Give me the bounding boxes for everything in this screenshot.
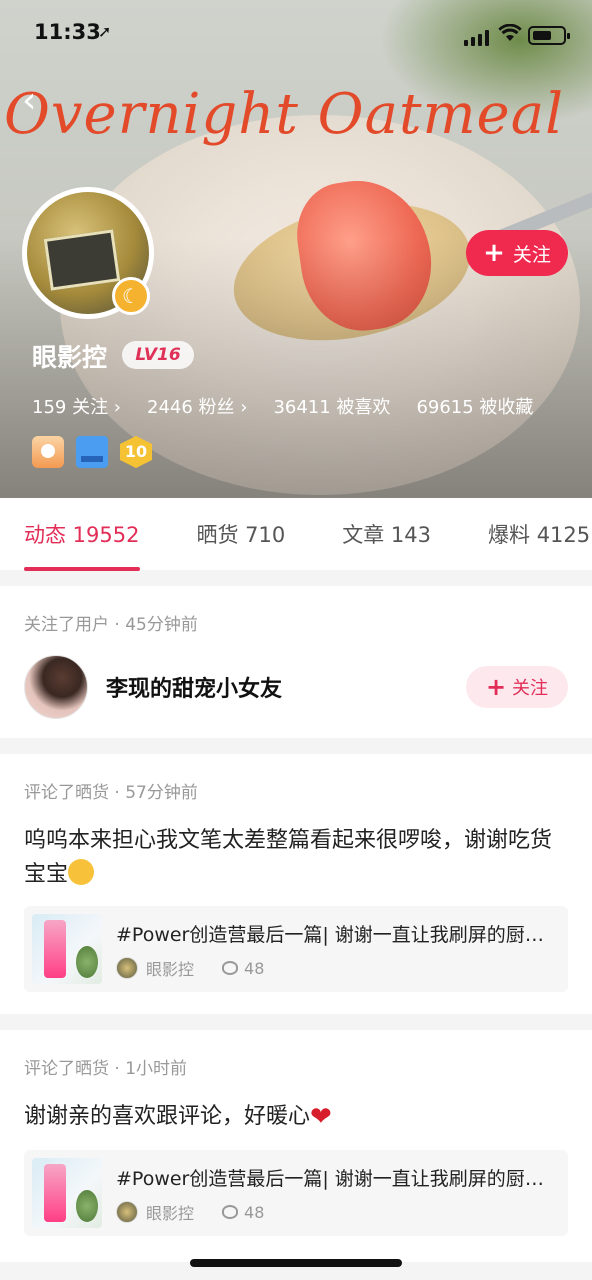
printer-badge-icon[interactable] xyxy=(76,436,108,468)
battery-icon xyxy=(528,26,570,45)
followed-user-name[interactable]: 李现的甜宠小女友 xyxy=(106,671,282,703)
feed-item-meta: 评论了晒货 · 1小时前 xyxy=(24,1059,188,1079)
follow-user-button-label: 关注 xyxy=(512,678,549,699)
tab-deals[interactable]: 爆料 4125 xyxy=(464,519,590,549)
post-title: #Power创造营最后一篇| 谢谢一直让我刷屏的厨师机 xyxy=(116,1168,552,1190)
comment-count: 48 xyxy=(222,1203,264,1222)
follow-button-label: 关注 xyxy=(512,243,551,266)
follow-button[interactable]: + 关注 xyxy=(466,230,568,276)
feed-item-meta: 关注了用户 · 45分钟前 xyxy=(24,615,198,635)
cover-banner-text: Overnight Oatmeal xyxy=(4,82,564,147)
feed-item-follow: 关注了用户 · 45分钟前 李现的甜宠小女友 + 关注 xyxy=(0,586,592,738)
tab-articles[interactable]: 文章 143 xyxy=(318,519,431,549)
profile-tabs: 动态 19552 晒货 710 文章 143 爆料 4125 xyxy=(0,498,592,571)
user-avatar[interactable] xyxy=(24,655,88,719)
comment-bubble-icon xyxy=(222,961,239,975)
location-arrow-icon: ➚ xyxy=(98,22,112,41)
comment-count-value: 48 xyxy=(244,958,265,978)
wifi-icon xyxy=(498,23,522,47)
tab-dynamics-label: 动态 19552 xyxy=(24,523,140,547)
feed-item-comment: 评论了晒货 · 57分钟前 呜呜本来担心我文笔太差整篇看起来很啰唆，谢谢吃货宝宝… xyxy=(0,754,592,1014)
feed-item-meta: 评论了晒货 · 57分钟前 xyxy=(24,783,198,803)
following-count[interactable]: 159 关注 › xyxy=(32,393,121,419)
profile-header-cover: Overnight Oatmeal 11:33 ➚ ‹ ☾ + 关注 眼影控 L… xyxy=(0,0,592,498)
moon-badge-icon: ☾ xyxy=(112,277,150,315)
profile-stats: 159 关注 › 2446 粉丝 › 36411 被喜欢 69615 被收藏 xyxy=(32,393,533,419)
plus-icon: + xyxy=(485,673,507,701)
collected-count: 69615 被收藏 xyxy=(416,397,534,418)
author-avatar xyxy=(116,1201,138,1223)
profile-screen: Overnight Oatmeal 11:33 ➚ ‹ ☾ + 关注 眼影控 L… xyxy=(0,0,592,1280)
comment-count-value: 48 xyxy=(244,1202,265,1222)
post-title: #Power创造营最后一篇| 谢谢一直让我刷屏的厨师机 xyxy=(116,924,552,946)
home-indicator[interactable] xyxy=(190,1259,402,1267)
tab-showcase[interactable]: 晒货 710 xyxy=(172,519,285,549)
status-bar: 11:33 ➚ xyxy=(0,0,592,70)
tab-dynamics[interactable]: 动态 19552 xyxy=(0,519,140,571)
comment-body: 呜呜本来担心我文笔太差整篇看起来很啰唆，谢谢吃货宝宝 xyxy=(24,828,553,887)
author-avatar xyxy=(116,957,138,979)
feed-item-comment: 评论了晒货 · 1小时前 谢谢亲的喜欢跟评论，好暖心❤ #Power创造营最后一… xyxy=(0,1030,592,1262)
level-10-badge-icon[interactable]: 10 xyxy=(120,436,152,468)
heart-emoji-icon: ❤ xyxy=(310,1102,332,1132)
comment-bubble-icon xyxy=(222,1205,239,1219)
referenced-post-card[interactable]: #Power创造营最后一篇| 谢谢一直让我刷屏的厨师机 眼影控 48 xyxy=(24,906,568,992)
plus-icon: + xyxy=(483,238,505,268)
tab-active-indicator xyxy=(24,567,140,571)
comment-body: 谢谢亲的喜欢跟评论，好暖心 xyxy=(24,1104,311,1129)
liked-count: 36411 被喜欢 xyxy=(273,397,391,418)
level-badge: LV16 xyxy=(122,341,194,369)
post-meta: 眼影控 48 xyxy=(116,1200,264,1224)
followed-user-row[interactable]: 李现的甜宠小女友 xyxy=(24,655,282,719)
post-meta: 眼影控 48 xyxy=(116,956,264,980)
follow-user-button[interactable]: + 关注 xyxy=(466,666,568,708)
comment-text: 呜呜本来担心我文笔太差整篇看起来很啰唆，谢谢吃货宝宝 xyxy=(24,824,568,892)
referenced-post-card[interactable]: #Power创造营最后一篇| 谢谢一直让我刷屏的厨师机 眼影控 48 xyxy=(24,1150,568,1236)
heart-eyes-emoji-icon xyxy=(68,859,95,885)
followers-count[interactable]: 2446 粉丝 › xyxy=(147,393,247,419)
comment-text: 谢谢亲的喜欢跟评论，好暖心❤ xyxy=(24,1100,568,1134)
profile-username: 眼影控 xyxy=(32,343,108,372)
post-author: 眼影控 xyxy=(146,960,195,979)
back-chevron-icon[interactable]: ‹ xyxy=(22,83,58,122)
post-thumbnail xyxy=(32,1158,102,1228)
status-time: 11:33 xyxy=(34,20,101,44)
post-author: 眼影控 xyxy=(146,1204,195,1223)
camera-badge-icon[interactable] xyxy=(32,436,64,468)
comment-count: 48 xyxy=(222,959,264,978)
post-thumbnail xyxy=(32,914,102,984)
badge-row: 10 xyxy=(32,436,152,468)
cellular-signal-icon xyxy=(464,30,490,46)
